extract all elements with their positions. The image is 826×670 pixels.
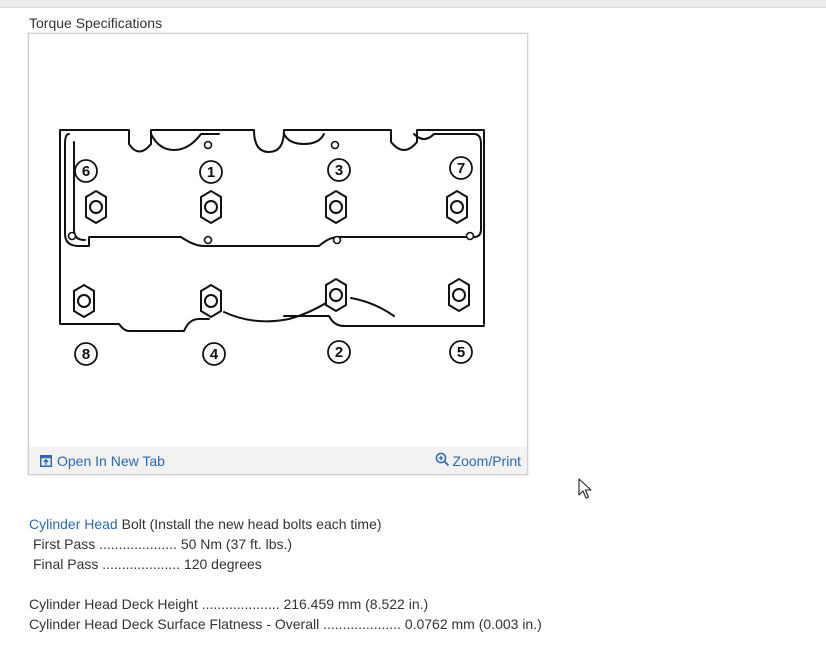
top-bar xyxy=(0,0,826,8)
open-in-new-tab-button[interactable]: Open In New Tab xyxy=(40,453,165,469)
flatness-dots: .................... xyxy=(323,616,401,632)
figure-container: 6 1 3 7 8 4 2 5 Open In New Tab Zoom/Pri… xyxy=(28,33,528,475)
bolt-number-6: 6 xyxy=(82,163,90,180)
bolt-number-1: 1 xyxy=(207,164,215,181)
cylinder-head-bolt-diagram[interactable]: 6 1 3 7 8 4 2 5 xyxy=(29,34,527,447)
final-pass-dots: .................... xyxy=(102,556,181,572)
bolt-number-7: 7 xyxy=(457,160,465,177)
deck-height-dots: .................... xyxy=(201,596,280,612)
zoom-print-label: Zoom/Print xyxy=(452,453,521,469)
section-title: Torque Specifications xyxy=(29,15,163,31)
cylinder-head-link[interactable]: Cylinder Head xyxy=(29,516,118,532)
spec-line-deck-height: Cylinder Head Deck Height ..............… xyxy=(29,594,729,614)
bolt-number-5: 5 xyxy=(457,344,465,361)
bolt-number-3: 3 xyxy=(335,162,343,179)
bolt-number-2: 2 xyxy=(335,344,343,361)
curve-line xyxy=(223,296,336,323)
zoom-in-icon xyxy=(435,452,449,467)
final-pass-value: 120 degrees xyxy=(183,556,262,572)
deck-height-value: 216.459 mm (8.522 in.) xyxy=(283,596,429,612)
bolt-number-4: 4 xyxy=(210,346,219,363)
upper-bolts xyxy=(85,189,468,225)
head-bolt-text: Bolt (Install the new head bolts each ti… xyxy=(121,516,382,532)
spec-line-first-pass: First Pass .................... 50 Nm (3… xyxy=(29,534,729,554)
first-pass-value: 50 Nm (37 ft. lbs.) xyxy=(180,536,293,552)
open-in-new-tab-label: Open In New Tab xyxy=(57,453,165,469)
spec-line-flatness: Cylinder Head Deck Surface Flatness - Ov… xyxy=(29,614,729,634)
deck-height-label: Cylinder Head Deck Height xyxy=(29,596,198,612)
gasket-inner-line xyxy=(73,141,86,241)
torque-spec-list: Cylinder Head Bolt (Install the new head… xyxy=(29,514,729,634)
figure-toolbar: Open In New Tab Zoom/Print xyxy=(29,447,527,474)
flatness-label: Cylinder Head Deck Surface Flatness - Ov… xyxy=(29,616,320,632)
spec-line-final-pass: Final Pass .................... 120 degr… xyxy=(29,554,729,574)
lower-bolts xyxy=(73,277,470,319)
final-pass-label: Final Pass xyxy=(33,556,99,572)
open-in-new-tab-icon xyxy=(40,455,52,467)
bolt-number-8: 8 xyxy=(82,346,90,363)
curve-line-2 xyxy=(350,297,395,317)
flatness-value: 0.0762 mm (0.003 in.) xyxy=(404,616,542,632)
spec-spacer xyxy=(29,574,729,594)
spec-line-head-bolt: Cylinder Head Bolt (Install the new head… xyxy=(29,514,729,534)
head-outline-bottom xyxy=(59,129,485,332)
mouse-cursor-icon xyxy=(578,478,592,499)
first-pass-label: First Pass xyxy=(33,536,96,552)
first-pass-dots: .................... xyxy=(99,536,177,552)
zoom-print-button[interactable]: Zoom/Print xyxy=(435,452,521,469)
head-outline-top xyxy=(59,129,485,325)
